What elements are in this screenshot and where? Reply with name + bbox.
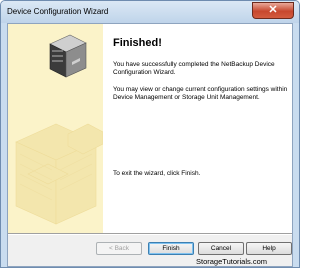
close-button[interactable]: ✕ (252, 2, 294, 19)
cancel-button[interactable]: Cancel (198, 242, 244, 255)
finish-button[interactable]: Finish (148, 242, 194, 255)
completion-message: You have successfully completed the NetB… (113, 61, 275, 76)
window-title: Device Configuration Wizard (7, 7, 109, 16)
footer-divider (8, 233, 292, 235)
page-title: Finished! (113, 37, 162, 49)
back-button[interactable]: < Back (96, 242, 142, 255)
exit-instruction: To exit the wizard, click Finish. (113, 170, 201, 177)
close-icon: ✕ (268, 4, 278, 16)
wizard-watermark-art (15, 34, 103, 225)
settings-message: You may view or change current configura… (113, 86, 288, 101)
site-watermark: StorageTutorials.com (196, 257, 268, 266)
help-button[interactable]: Help (246, 242, 292, 255)
wizard-window: Device Configuration Wizard ✕ Finished! … (0, 0, 300, 268)
wizard-client-area: Finished! You have successfully complete… (7, 23, 293, 267)
server-tape-library-icon (49, 34, 87, 78)
title-bar[interactable]: Device Configuration Wizard ✕ (1, 1, 299, 23)
wizard-side-panel (8, 24, 103, 233)
wizard-content: Finished! You have successfully complete… (103, 24, 292, 233)
